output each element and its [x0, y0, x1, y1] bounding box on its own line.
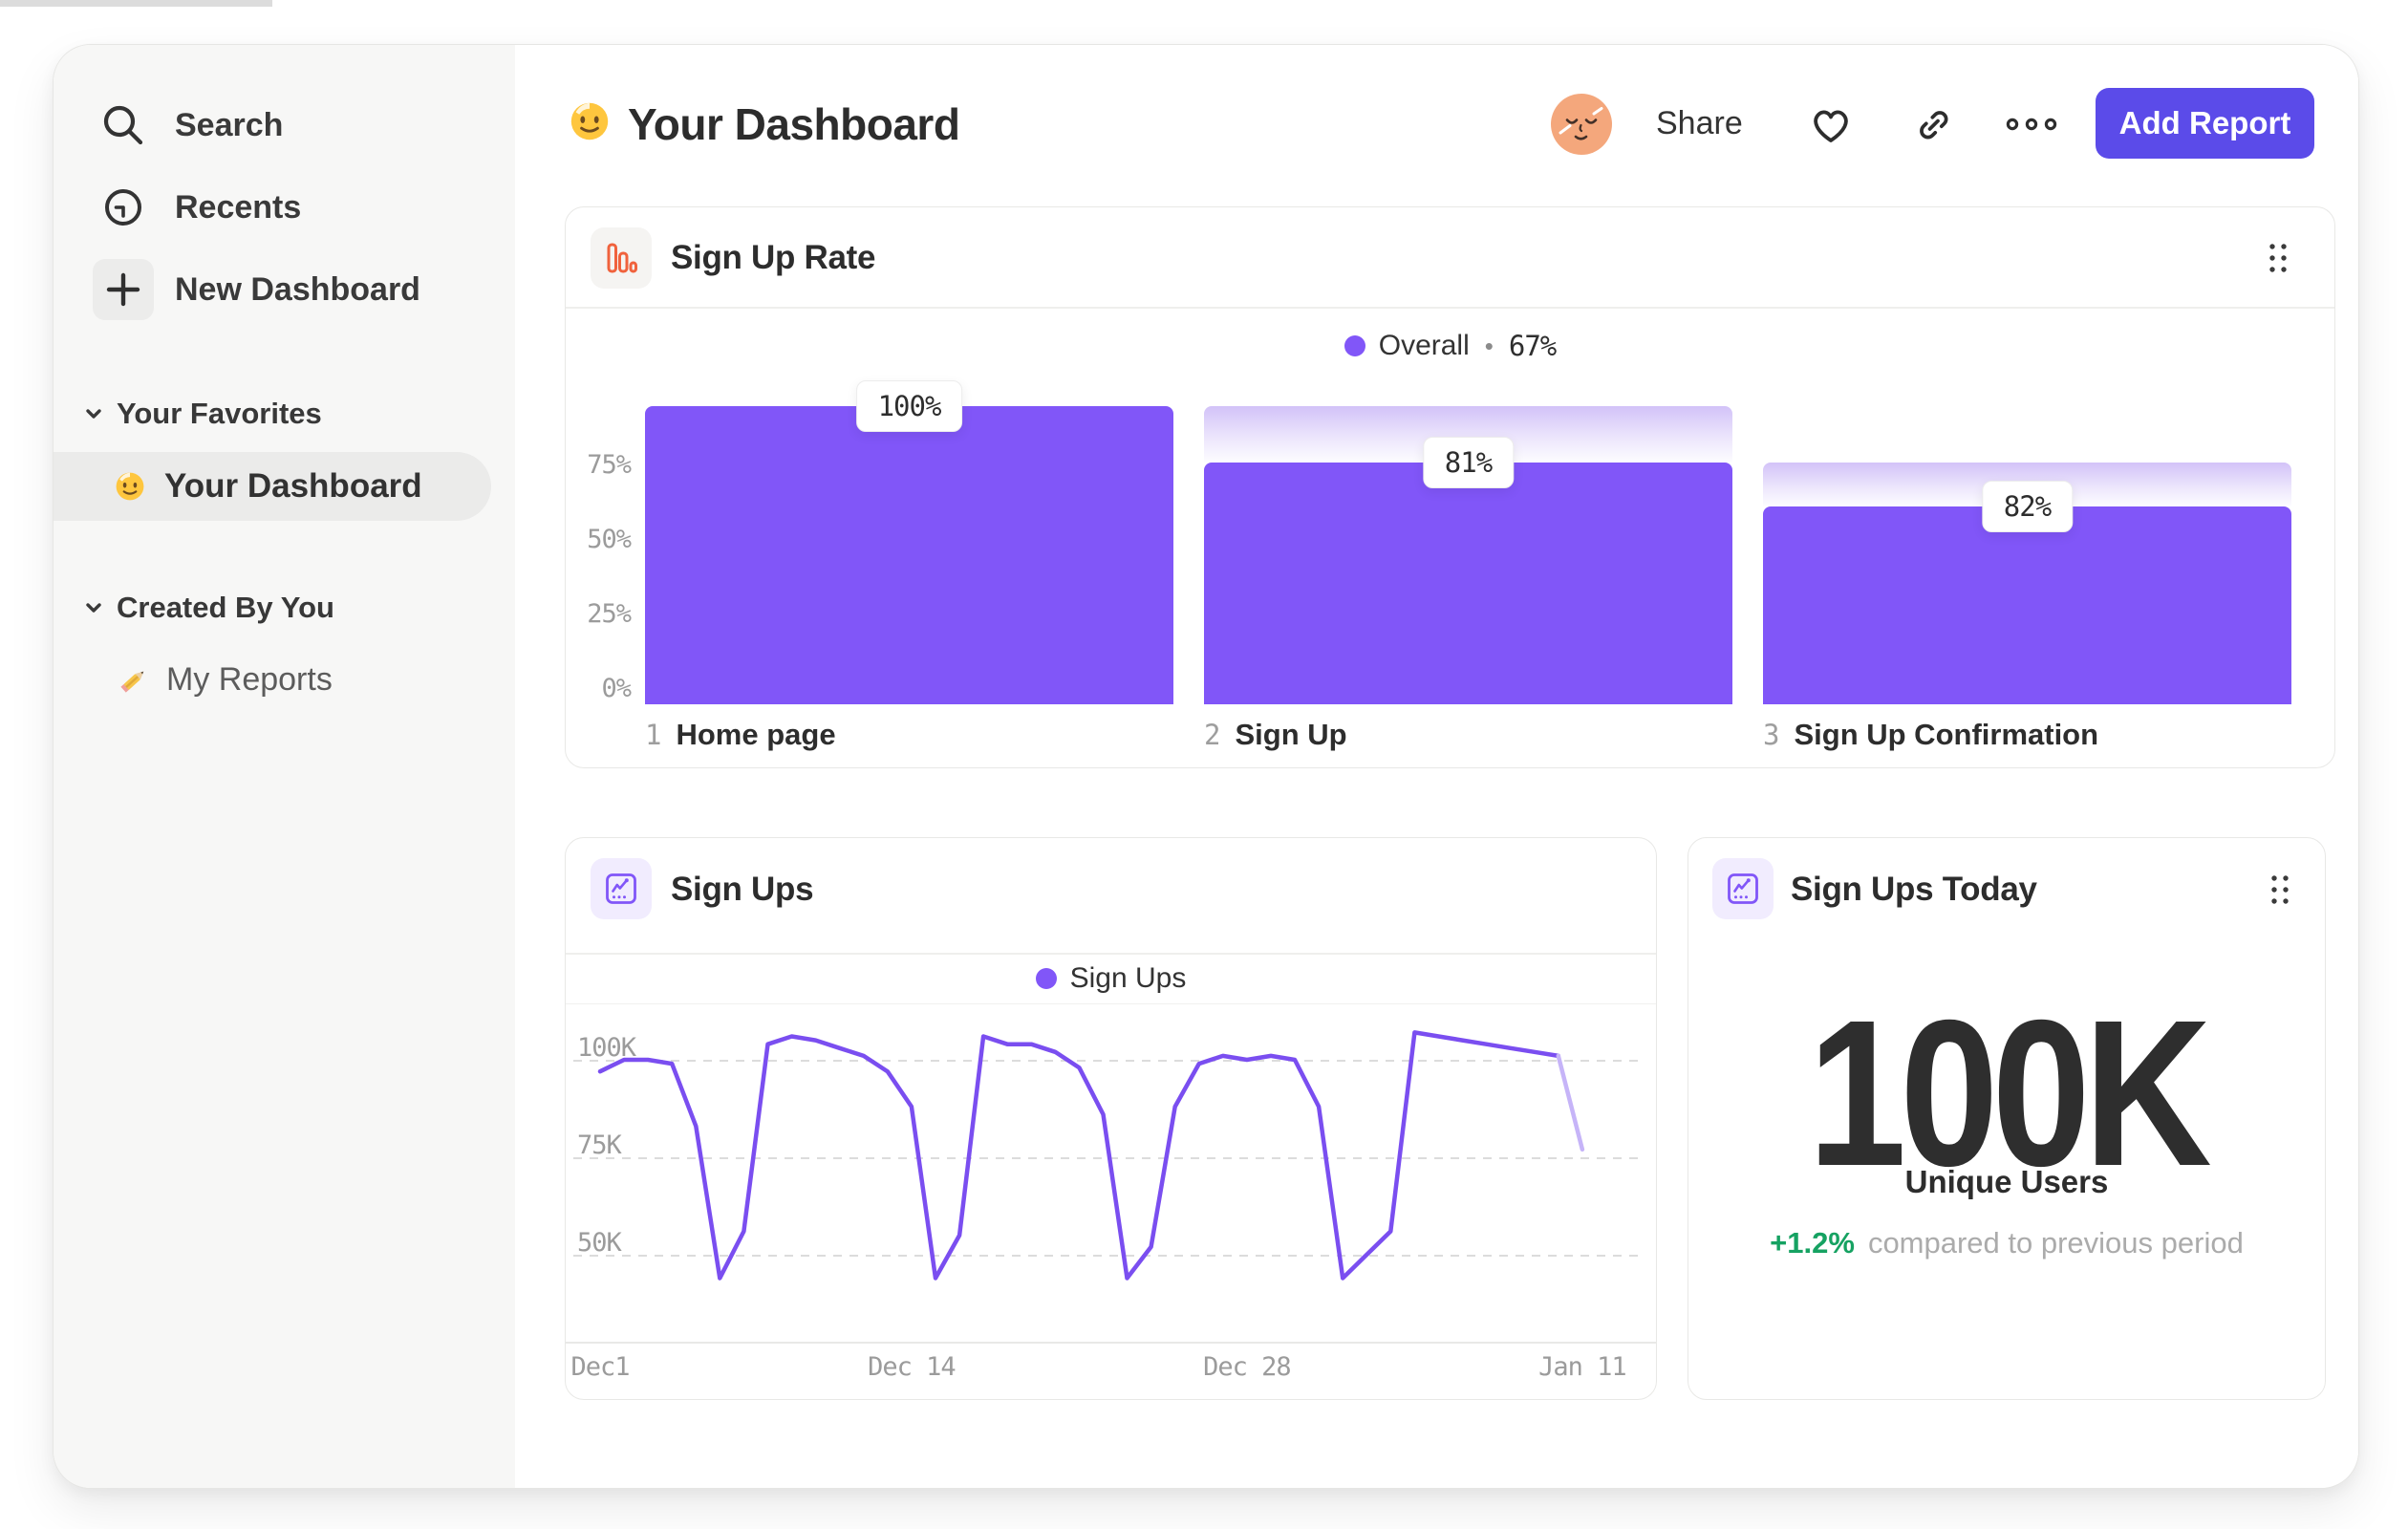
sidebar-item-label: Recents [175, 188, 302, 226]
sidebar-item-my-reports[interactable]: My Reports [54, 641, 515, 718]
sidebar-item-label: Search [175, 106, 284, 143]
sign-up-rate-card: Sign Up Rate Overall • 67% 75% 50% 25% 0% 10… [565, 206, 2335, 768]
funnel-value-label: 82% [1981, 480, 2074, 532]
sign-ups-card: Sign Ups Sign Ups 100K 75K 50K Dec1 Dec 14 De… [565, 837, 1657, 1400]
page-title-group: Your Dashboard [567, 45, 960, 203]
sidebar: Search Recents New Dashboard Your Favorites… [54, 45, 515, 1488]
funnel-value-label: 81% [1422, 437, 1515, 489]
sign-ups-today-card: Sign Ups Today 100K Unique Users +1.2% c… [1688, 837, 2326, 1400]
funnel-value-label: 100% [855, 380, 963, 432]
line-chart: 100K 75K 50K Dec1 Dec 14 Dec 28 Jan 11 [566, 838, 1656, 1399]
funnel-step-name: Sign Up Confirmation [1794, 718, 2099, 751]
plus-icon-box [93, 259, 154, 320]
funnel-step-name: Home page [676, 718, 836, 751]
y-axis-tick: 50% [587, 525, 632, 554]
recents-clock-icon [93, 183, 154, 232]
sidebar-section-your-favorites[interactable]: Your Favorites [82, 385, 322, 442]
funnel-bar-2[interactable] [1204, 463, 1732, 704]
funnel-step-name: Sign Up [1235, 718, 1347, 751]
sidebar-section-label: Created By You [117, 591, 334, 624]
smiley-emoji-icon [567, 98, 613, 149]
sidebar-item-new-dashboard[interactable]: New Dashboard [54, 249, 515, 330]
y-axis-tick: 0% [601, 674, 632, 703]
funnel-step-number: 2 [1204, 719, 1220, 751]
share-label: Share [1656, 105, 1743, 141]
more-options-icon[interactable] [2005, 45, 2058, 203]
funnel-step-label: 3 Sign Up Confirmation [1763, 718, 2098, 752]
metric-caption: Unique Users [1904, 1164, 2109, 1199]
link-icon[interactable] [1908, 45, 1958, 203]
screen-edge-artifact [0, 0, 272, 7]
app-window: Search Recents New Dashboard Your Favorites… [53, 44, 2359, 1489]
sidebar-section-label: Your Favorites [117, 397, 322, 430]
delta-badge: +1.2% [1770, 1226, 1855, 1260]
smiley-emoji-icon [113, 469, 147, 504]
page-title: Your Dashboard [628, 98, 960, 149]
funnel-step-number: 3 [1763, 719, 1779, 751]
card-header: Sign Ups Today [1688, 838, 2325, 938]
share-button[interactable]: Share [1656, 45, 1743, 203]
card-title: Sign Ups Today [1791, 871, 2037, 908]
sidebar-item-label: My Reports [166, 660, 333, 698]
heart-icon[interactable] [1805, 45, 1857, 203]
plus-icon [93, 259, 154, 320]
sidebar-item-label: Your Dashboard [164, 467, 422, 505]
add-report-button[interactable]: Add Report [2096, 88, 2314, 159]
funnel-chart: 75% 50% 25% 0% 100% 1 Home page 81% 2 Sign Up 82% 3… [566, 207, 2334, 767]
funnel-step-number: 1 [645, 719, 661, 751]
sign-ups-line-series [597, 1030, 1585, 1281]
sidebar-section-created-by-you[interactable]: Created By You [82, 579, 334, 636]
user-avatar[interactable] [1551, 45, 1612, 203]
funnel-bar-3[interactable] [1763, 506, 2291, 704]
sidebar-item-recents[interactable]: Recents [54, 167, 515, 248]
sidebar-item-search[interactable]: Search [54, 85, 515, 165]
delta-caption: compared to previous period [1867, 1226, 2244, 1260]
sidebar-item-label: New Dashboard [175, 270, 420, 308]
metric-comparison: +1.2% compared to previous period [1688, 1224, 2325, 1262]
chevron-down-icon [82, 403, 105, 424]
funnel-bar-1[interactable] [645, 406, 1173, 704]
y-axis-tick: 75% [587, 450, 632, 480]
funnel-step-label: 1 Home page [645, 718, 836, 752]
sidebar-item-your-dashboard[interactable]: Your Dashboard [54, 452, 491, 521]
pencil-emoji-icon [117, 661, 153, 698]
main-area: Your Dashboard Share Add Report Sign Up … [515, 45, 2358, 1488]
chevron-down-icon [82, 597, 105, 618]
page-header: Your Dashboard Share Add Report [515, 45, 2358, 203]
funnel-step-label: 2 Sign Up [1204, 718, 1347, 752]
search-icon [93, 100, 154, 150]
drag-handle-icon[interactable] [2268, 838, 2292, 941]
line-chart-icon [1712, 858, 1774, 919]
y-axis-tick: 25% [587, 599, 632, 629]
